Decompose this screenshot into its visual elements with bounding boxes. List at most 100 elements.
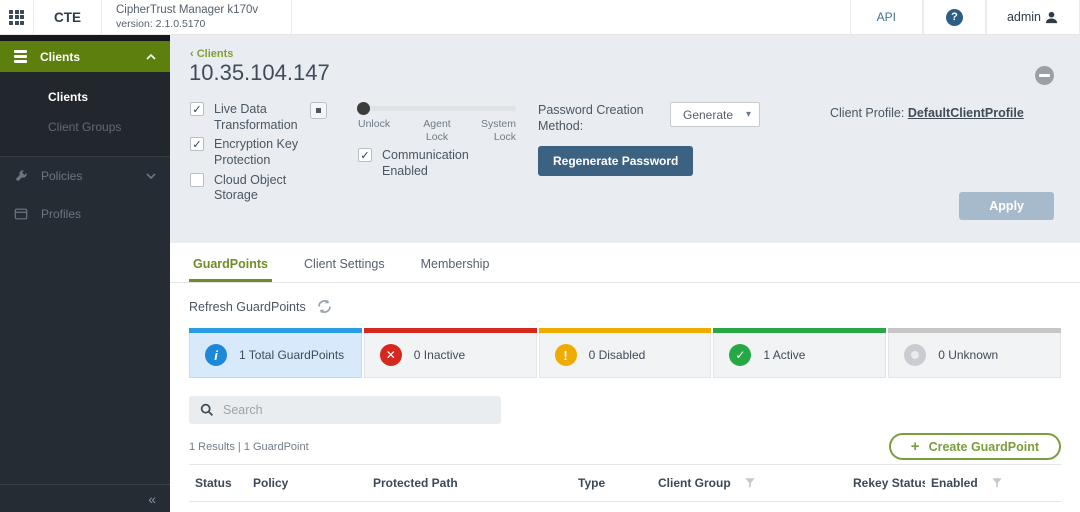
plus-icon: + <box>911 439 920 454</box>
card-disabled-label: 0 Disabled <box>589 348 646 362</box>
summary-card-active[interactable]: ✓ 1 Active <box>713 328 886 378</box>
communication-enabled-group: Communication Enabled <box>358 148 492 179</box>
tab-client-settings[interactable]: Client Settings <box>300 247 389 282</box>
tab-membership[interactable]: Membership <box>417 247 494 282</box>
topbar: CTE CipherTrust Manager k170v version: 2… <box>0 0 1080 35</box>
profiles-card-icon <box>14 207 28 221</box>
communication-enabled-checkbox[interactable] <box>358 148 372 162</box>
summary-card-inactive[interactable]: ✕ 0 Inactive <box>364 328 537 378</box>
col-policy[interactable]: Policy <box>247 465 367 502</box>
cloud-object-storage-checkbox[interactable] <box>190 173 204 187</box>
chevron-down-icon <box>146 173 156 179</box>
col-type[interactable]: Type <box>572 465 652 502</box>
password-creation-group: Password Creation Method: Generate Regen… <box>538 102 858 176</box>
filter-icon[interactable] <box>991 477 1003 489</box>
card-total-label: 1 Total GuardPoints <box>239 348 344 362</box>
sidebar: Clients Clients Client Groups Policies P… <box>0 35 170 512</box>
search-box[interactable] <box>189 396 501 424</box>
col-protected-path[interactable]: Protected Path <box>367 465 572 502</box>
lock-indicator-button[interactable] <box>310 102 327 119</box>
row-protected-path: /var/lib/barman/bdr1-a <box>367 502 572 512</box>
unknown-circle-icon <box>904 344 926 366</box>
sidebar-section-clients[interactable]: Clients <box>0 41 170 72</box>
client-profile-label: Client Profile: <box>830 106 904 120</box>
row-client-group: - <box>652 502 847 512</box>
sidebar-item-client-groups[interactable]: Client Groups <box>0 112 170 142</box>
app-grid-button[interactable] <box>0 0 34 34</box>
client-lock-slider: Unlock Agent Lock System Lock <box>358 102 516 144</box>
info-icon: i <box>205 344 227 366</box>
enabled-header-label: Enabled <box>931 476 978 490</box>
topbar-spacer <box>292 0 850 34</box>
row-enabled: Yes <box>925 502 1030 512</box>
sidebar-clients-submenu: Clients Client Groups <box>0 72 170 157</box>
user-icon <box>1044 10 1059 25</box>
sidebar-section-policies[interactable]: Policies <box>0 157 170 195</box>
apply-button[interactable]: Apply <box>959 192 1054 220</box>
api-link[interactable]: API <box>850 0 923 34</box>
lock-slider-track[interactable] <box>358 106 516 111</box>
row-rekey-status: Rekeying <box>847 502 925 512</box>
sidebar-collapse-button[interactable] <box>0 484 170 512</box>
app-version: version: 2.1.0.5170 <box>116 18 205 31</box>
card-color-bar <box>888 328 1061 333</box>
slider-label-agent-lock: Agent Lock <box>414 118 460 144</box>
refresh-icon[interactable] <box>316 298 333 315</box>
create-guardpoint-label: Create GuardPoint <box>929 440 1039 454</box>
wrench-icon <box>14 169 28 183</box>
password-method-label: Password Creation Method: <box>538 102 656 135</box>
filter-icon[interactable] <box>744 477 756 489</box>
sidebar-section-profiles[interactable]: Profiles <box>0 195 170 233</box>
card-color-bar <box>189 328 362 333</box>
row-actions-menu[interactable]: ••• <box>1030 502 1061 512</box>
panel-collapse-button[interactable] <box>1035 66 1054 85</box>
summary-card-unknown[interactable]: 0 Unknown <box>888 328 1061 378</box>
lock-slider-handle[interactable] <box>357 102 370 115</box>
guardpoints-table: Status Policy Protected Path Type Client… <box>189 464 1061 512</box>
search-icon <box>200 403 214 417</box>
col-status[interactable]: Status <box>189 465 247 502</box>
refresh-guardpoints-label: Refresh GuardPoints <box>189 300 306 314</box>
results-summary: 1 Results | 1 GuardPoint <box>189 441 309 453</box>
help-button[interactable]: ? <box>923 0 986 34</box>
app-title: CipherTrust Manager k170v version: 2.1.0… <box>102 0 292 34</box>
tab-guardpoints[interactable]: GuardPoints <box>189 247 272 282</box>
card-color-bar <box>364 328 537 333</box>
grid-icon <box>9 10 24 25</box>
x-circle-icon: ✕ <box>380 344 402 366</box>
clients-list-icon <box>14 50 27 63</box>
communication-enabled-label: Communication Enabled <box>382 148 492 179</box>
client-ip-title: 10.35.104.147 <box>189 60 330 86</box>
card-color-bar <box>539 328 712 333</box>
breadcrumb-back-clients[interactable]: Clients <box>190 48 233 60</box>
password-method-select[interactable]: Generate <box>670 102 760 127</box>
encryption-key-protection-label: Encryption Key Protection <box>214 137 326 168</box>
live-data-transformation-checkbox[interactable] <box>190 102 204 116</box>
password-method-value: Generate <box>683 108 733 122</box>
card-inactive-label: 0 Inactive <box>414 348 465 362</box>
summary-card-total[interactable]: i 1 Total GuardPoints <box>189 328 362 378</box>
table-header-row: Status Policy Protected Path Type Client… <box>189 465 1061 502</box>
summary-card-disabled[interactable]: ! 0 Disabled <box>539 328 712 378</box>
user-menu[interactable]: admin <box>986 0 1080 34</box>
sidebar-item-clients[interactable]: Clients <box>0 82 170 112</box>
chevron-up-icon <box>146 54 156 60</box>
guardpoint-summary-cards: i 1 Total GuardPoints ✕ 0 Inactive ! 0 D… <box>189 328 1061 378</box>
card-color-bar <box>713 328 886 333</box>
regenerate-password-button[interactable]: Regenerate Password <box>538 146 693 176</box>
search-row <box>189 396 1061 424</box>
col-rekey-status[interactable]: Rekey Status <box>847 465 925 502</box>
client-tabs: GuardPoints Client Settings Membership <box>170 243 1080 283</box>
slider-label-system-lock: System Lock <box>470 118 516 144</box>
refresh-guardpoints-row: Refresh GuardPoints <box>170 283 1080 326</box>
encryption-key-protection-checkbox[interactable] <box>190 137 204 151</box>
guardpoint-row[interactable]: ✓ Active barman-policy /var/lib/barman/b… <box>189 502 1061 512</box>
row-type: directory_auto <box>572 502 652 512</box>
search-input[interactable] <box>223 403 490 417</box>
client-profile-link[interactable]: DefaultClientProfile <box>908 106 1024 120</box>
col-actions <box>1030 465 1061 502</box>
create-guardpoint-button[interactable]: + Create GuardPoint <box>889 433 1061 460</box>
main-content: Clients 10.35.104.147 Live Data Transfor… <box>170 35 1080 512</box>
col-enabled[interactable]: Enabled <box>925 465 1030 502</box>
col-client-group[interactable]: Client Group <box>652 465 847 502</box>
